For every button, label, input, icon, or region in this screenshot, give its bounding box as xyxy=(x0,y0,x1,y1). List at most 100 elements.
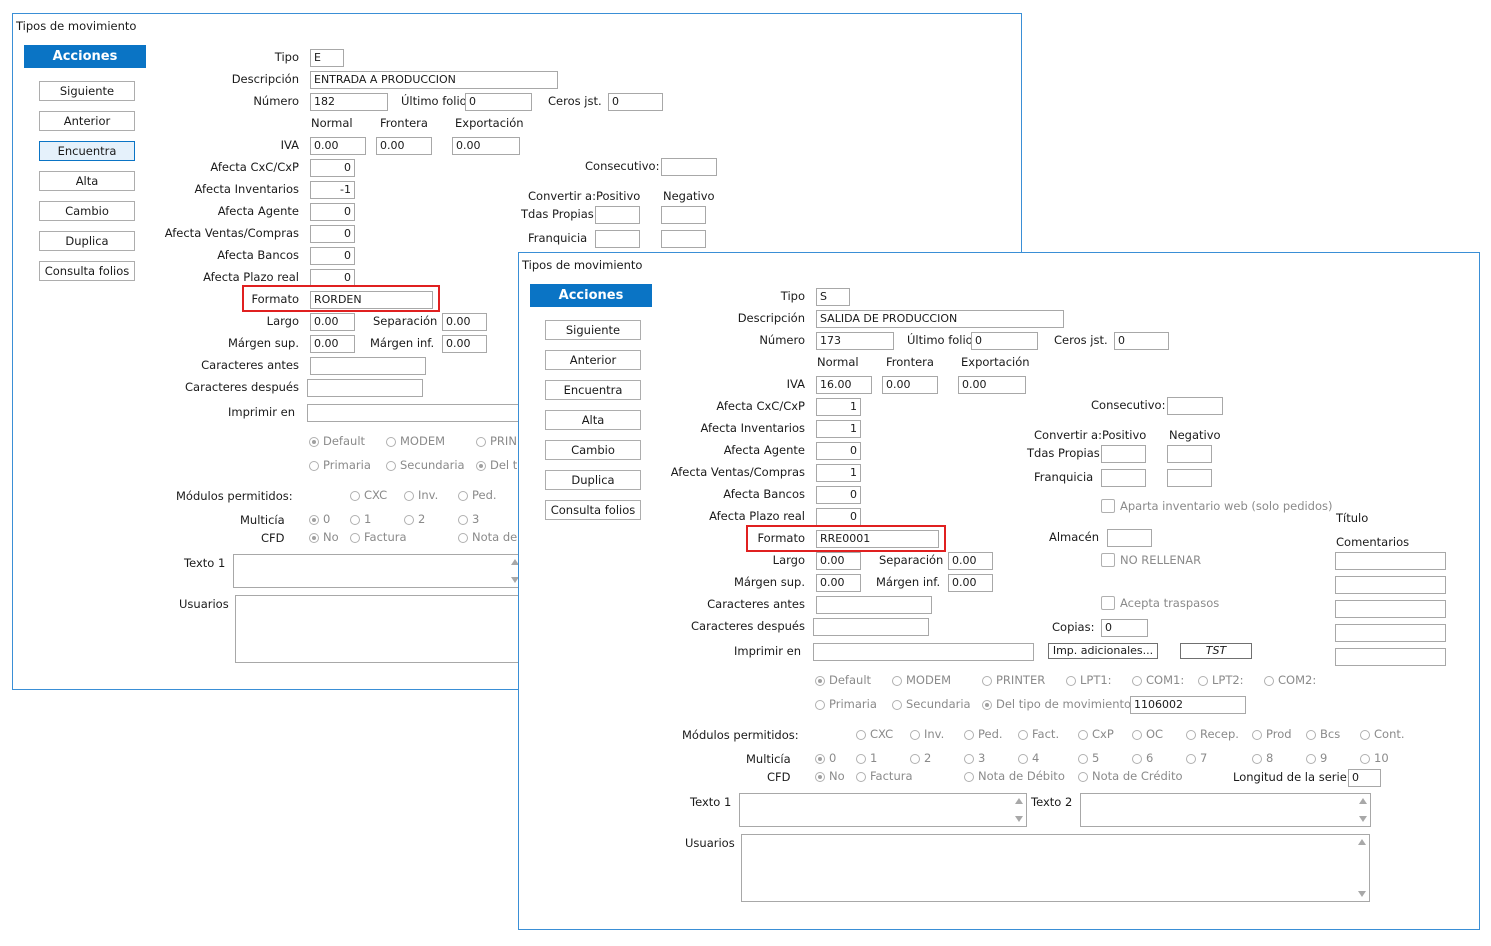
radio-default[interactable]: Default xyxy=(309,434,365,448)
franquicia-negativo-field[interactable] xyxy=(1167,469,1212,487)
radio-printer[interactable]: PRIN xyxy=(476,434,517,448)
modulo-inv[interactable]: Inv. xyxy=(404,488,438,502)
radio-primaria[interactable]: Primaria xyxy=(815,697,877,711)
tdas-negativo-field[interactable] xyxy=(661,206,706,224)
radio-del-tipo[interactable]: Del ti xyxy=(476,458,521,472)
formato-field[interactable]: RRE0001 xyxy=(816,530,939,548)
scrollbar[interactable] xyxy=(1355,835,1369,901)
multicia-7[interactable]: 7 xyxy=(1186,751,1207,765)
formato-field[interactable]: RORDEN xyxy=(310,291,433,309)
comentario-field-2[interactable] xyxy=(1335,576,1446,594)
consulta-folios-button[interactable]: Consulta folios xyxy=(39,261,135,281)
siguiente-button[interactable]: Siguiente xyxy=(39,81,135,101)
texto1-field[interactable] xyxy=(739,793,1027,827)
encuentra-button[interactable]: Encuentra xyxy=(545,380,641,400)
descripcion-field[interactable]: ENTRADA A PRODUCCION xyxy=(310,71,558,89)
afecta-inventarios-field[interactable]: -1 xyxy=(310,181,355,199)
ceros-field[interactable]: 0 xyxy=(1114,332,1169,350)
modulo-cxc[interactable]: CXC xyxy=(350,488,387,502)
comentario-field-1[interactable] xyxy=(1335,552,1446,570)
ceros-field[interactable]: 0 xyxy=(608,93,663,111)
car-antes-field[interactable] xyxy=(310,357,426,375)
multicia-6[interactable]: 6 xyxy=(1132,751,1153,765)
siguiente-button[interactable]: Siguiente xyxy=(545,320,641,340)
radio-default[interactable]: Default xyxy=(815,673,871,687)
multicia-9[interactable]: 9 xyxy=(1306,751,1327,765)
modulo-inv[interactable]: Inv. xyxy=(910,727,944,741)
radio-lpt1[interactable]: LPT1: xyxy=(1066,673,1112,687)
cambio-button[interactable]: Cambio xyxy=(545,440,641,460)
tipo-field[interactable]: E xyxy=(310,49,344,67)
no-rellenar-checkbox[interactable]: NO RELLENAR xyxy=(1101,553,1201,567)
duplica-button[interactable]: Duplica xyxy=(39,231,135,251)
margen-sup-field[interactable]: 0.00 xyxy=(310,335,355,353)
anterior-button[interactable]: Anterior xyxy=(39,111,135,131)
franquicia-negativo-field[interactable] xyxy=(661,230,706,248)
multicia-3[interactable]: 3 xyxy=(458,512,479,526)
cfd-no[interactable]: No xyxy=(815,769,845,783)
margen-sup-field[interactable]: 0.00 xyxy=(816,574,861,592)
texto1-field[interactable] xyxy=(233,554,523,588)
multicia-3[interactable]: 3 xyxy=(964,751,985,765)
imprimir-field[interactable] xyxy=(813,643,1034,661)
multicia-1[interactable]: 1 xyxy=(350,512,371,526)
car-despues-field[interactable] xyxy=(813,618,929,636)
scrollbar[interactable] xyxy=(1356,794,1370,826)
cfd-nota[interactable]: Nota de xyxy=(458,530,517,544)
usuarios-field[interactable] xyxy=(235,595,523,663)
multicia-2[interactable]: 2 xyxy=(404,512,425,526)
descripcion-field[interactable]: SALIDA DE PRODUCCION xyxy=(816,310,1064,328)
iva-frontera-field[interactable]: 0.00 xyxy=(882,376,938,394)
multicia-10[interactable]: 10 xyxy=(1360,751,1389,765)
ultimo-folio-field[interactable]: 0 xyxy=(971,332,1038,350)
iva-frontera-field[interactable]: 0.00 xyxy=(376,137,432,155)
tst-button[interactable]: TST xyxy=(1180,643,1252,659)
radio-lpt2[interactable]: LPT2: xyxy=(1198,673,1244,687)
texto2-field[interactable] xyxy=(1080,793,1371,827)
radio-del-tipo[interactable]: Del tipo de movimiento xyxy=(982,697,1131,711)
afecta-ventas-field[interactable]: 0 xyxy=(310,225,355,243)
largo-field[interactable]: 0.00 xyxy=(816,552,861,570)
modulo-ped[interactable]: Ped. xyxy=(458,488,497,502)
imp-adicionales-button[interactable]: Imp. adicionales... xyxy=(1048,643,1158,659)
modulo-cxp[interactable]: CxP xyxy=(1078,727,1114,741)
cfd-factura[interactable]: Factura xyxy=(350,530,407,544)
radio-secundaria[interactable]: Secundaria xyxy=(892,697,971,711)
cfd-no[interactable]: No xyxy=(309,530,339,544)
cambio-button[interactable]: Cambio xyxy=(39,201,135,221)
comentario-field-4[interactable] xyxy=(1335,624,1446,642)
comentario-field-3[interactable] xyxy=(1335,600,1446,618)
tdas-positivo-field[interactable] xyxy=(595,206,640,224)
cfd-nota-credito[interactable]: Nota de Crédito xyxy=(1078,769,1183,783)
cfd-factura[interactable]: Factura xyxy=(856,769,913,783)
afecta-cxc-field[interactable]: 1 xyxy=(816,398,861,416)
alta-button[interactable]: Alta xyxy=(39,171,135,191)
iva-normal-field[interactable]: 0.00 xyxy=(310,137,366,155)
modulo-prod[interactable]: Prod xyxy=(1252,727,1292,741)
radio-secundaria[interactable]: Secundaria xyxy=(386,458,465,472)
ultimo-folio-field[interactable]: 0 xyxy=(465,93,532,111)
separacion-field[interactable]: 0.00 xyxy=(948,552,993,570)
acepta-traspasos-checkbox[interactable]: Acepta traspasos xyxy=(1101,596,1219,610)
car-antes-field[interactable] xyxy=(816,596,932,614)
radio-com1[interactable]: COM1: xyxy=(1132,673,1184,687)
aparta-checkbox[interactable]: Aparta inventario web (solo pedidos) xyxy=(1101,499,1333,513)
usuarios-field[interactable] xyxy=(741,834,1370,902)
tdas-positivo-field[interactable] xyxy=(1101,445,1146,463)
copias-field[interactable]: 0 xyxy=(1101,619,1148,637)
modulo-ped[interactable]: Ped. xyxy=(964,727,1003,741)
modulo-bcs[interactable]: Bcs xyxy=(1306,727,1340,741)
radio-printer[interactable]: PRINTER xyxy=(982,673,1045,687)
iva-exportacion-field[interactable]: 0.00 xyxy=(452,137,520,155)
separacion-field[interactable]: 0.00 xyxy=(442,313,487,331)
scrollbar[interactable] xyxy=(1012,794,1026,826)
multicia-0[interactable]: 0 xyxy=(309,512,330,526)
franquicia-positivo-field[interactable] xyxy=(1101,469,1146,487)
cfd-nota-debito[interactable]: Nota de Débito xyxy=(964,769,1065,783)
afecta-inventarios-field[interactable]: 1 xyxy=(816,420,861,438)
iva-exportacion-field[interactable]: 0.00 xyxy=(958,376,1026,394)
numero-field[interactable]: 173 xyxy=(816,332,894,350)
modulo-cont[interactable]: Cont. xyxy=(1360,727,1405,741)
radio-com2[interactable]: COM2: xyxy=(1264,673,1316,687)
radio-primaria[interactable]: Primaria xyxy=(309,458,371,472)
